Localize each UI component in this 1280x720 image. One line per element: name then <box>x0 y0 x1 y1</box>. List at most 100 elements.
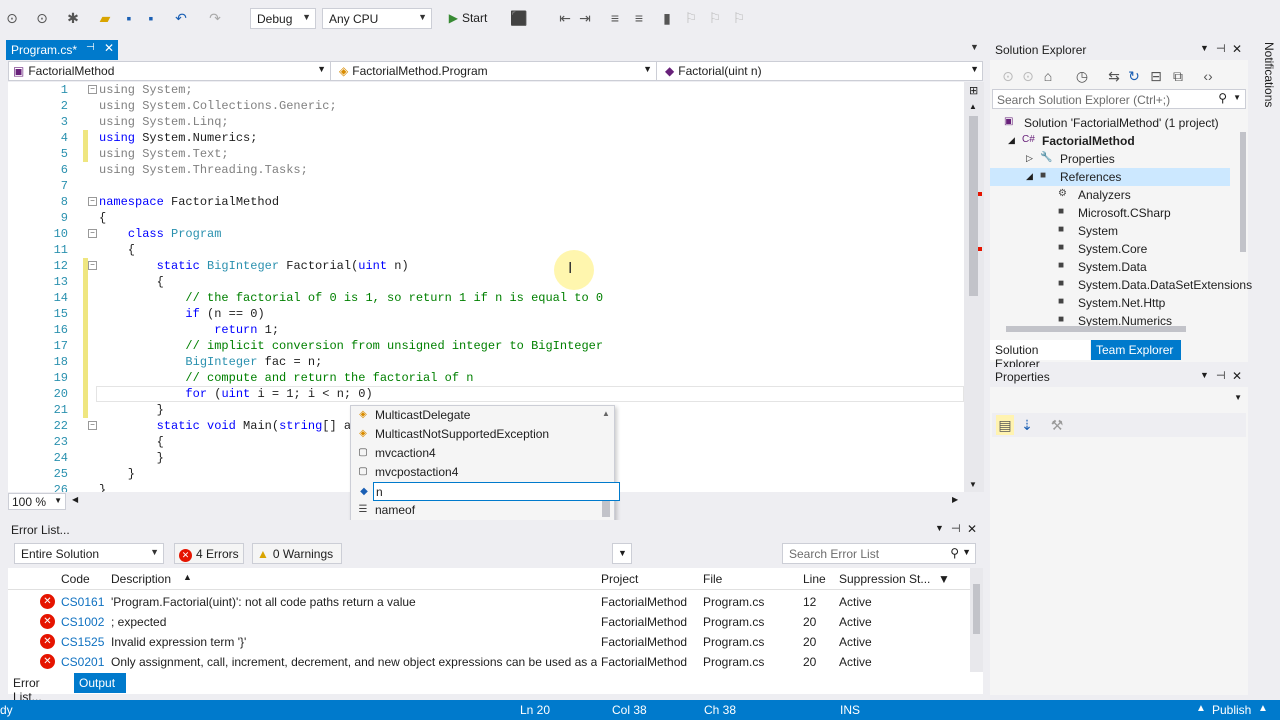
tree-node[interactable]: ■ System.Data.DataSetExtensions <box>990 276 1252 294</box>
scroll-thumb[interactable] <box>1006 326 1186 332</box>
redo-icon[interactable]: ↷ <box>206 8 224 28</box>
home-icon[interactable]: ⌂ <box>1040 66 1056 86</box>
error-list-scrollbar[interactable] <box>970 568 983 672</box>
error-search-input[interactable]: Search Error List ⚲ ▼ <box>782 543 976 564</box>
expand-icon[interactable]: ▷ <box>1026 153 1033 164</box>
notifications-tab[interactable]: Notifications <box>1256 42 1276 122</box>
scroll-up-icon[interactable]: ▲ <box>602 409 610 418</box>
prev-bookmark-icon[interactable]: ⚐ <box>682 8 700 28</box>
build-filter-select[interactable]: ▼ <box>612 543 632 564</box>
column-header[interactable]: Suppression St... <box>839 572 930 586</box>
editor-vertical-scrollbar[interactable]: ⊞ ▲ ▼ <box>964 82 984 492</box>
column-header[interactable]: Line <box>803 572 826 586</box>
forward-icon[interactable]: ⊙ <box>34 8 50 28</box>
back-icon[interactable]: ⊙ <box>4 8 20 28</box>
alphabetical-icon[interactable]: ⇣ <box>1018 415 1036 435</box>
tab-solution-explorer[interactable]: Solution Explorer <box>990 340 1090 371</box>
step-over-icon[interactable]: ⇥ <box>576 8 594 28</box>
error-row[interactable]: ✕ CS1002 ; expected FactorialMethod Program.… <box>8 612 970 632</box>
scroll-up-icon[interactable]: ▲ <box>969 102 977 111</box>
tab-team-explorer[interactable]: Team Explorer <box>1091 340 1181 360</box>
error-row[interactable]: ✕ CS0201 Only assignment, call, increment,… <box>8 652 970 672</box>
project-dropdown[interactable]: ▣ FactorialMethod ▼ <box>9 62 331 80</box>
save-icon[interactable]: ▪ <box>120 8 138 28</box>
show-all-files-icon[interactable]: ⧉ <box>1170 66 1186 86</box>
forward-icon[interactable]: ⊙ <box>1020 66 1036 86</box>
collapse-icon[interactable]: − <box>88 85 97 94</box>
completion-item[interactable]: ◆ n <box>360 482 620 501</box>
warnings-filter-button[interactable]: ▲ 0 Warnings <box>252 543 342 564</box>
categorized-icon[interactable]: ▤ <box>996 415 1014 435</box>
notifications-sidebar[interactable]: Notifications <box>1252 40 1280 700</box>
tree-node[interactable]: ■ System.Net.Http <box>990 294 1230 312</box>
pin-icon[interactable]: ⊣ <box>1216 42 1226 55</box>
history-icon[interactable]: ◷ <box>1074 66 1090 86</box>
platform-select[interactable]: Any CPU ▼ <box>322 8 432 29</box>
chevron-down-icon[interactable]: ▼ <box>1200 43 1209 53</box>
pin-icon[interactable]: ⊣ <box>86 42 95 53</box>
chevron-up-icon[interactable]: ▲ <box>1258 703 1268 714</box>
scroll-thumb[interactable] <box>1240 132 1246 252</box>
bookmark-icon[interactable]: ▮ <box>658 8 676 28</box>
error-code[interactable]: CS0201 <box>61 655 107 669</box>
publish-button[interactable]: Publish <box>1212 703 1251 717</box>
search-icon[interactable]: ⚲ <box>1218 91 1227 105</box>
refresh-icon[interactable]: ↻ <box>1126 66 1142 86</box>
scope-select[interactable]: Entire Solution ▼ <box>14 543 164 564</box>
completion-item[interactable]: ◈ MulticastNotSupportedException <box>351 425 601 444</box>
properties-object-select[interactable]: ▼ <box>992 389 1246 409</box>
scroll-right-icon[interactable]: ▶ <box>952 495 958 504</box>
close-icon[interactable]: ✕ <box>1232 369 1242 383</box>
tree-node[interactable]: ▷ 🔧 Properties <box>990 150 1230 168</box>
error-row[interactable]: ✕ CS0161 'Program.Factorial(uint)': not al… <box>8 592 970 612</box>
step-icon[interactable]: ⇤ <box>556 8 574 28</box>
chevron-down-icon[interactable]: ▼ <box>962 547 971 557</box>
pin-icon[interactable]: ⊣ <box>1216 369 1226 382</box>
tree-node[interactable]: ■ System <box>990 222 1230 240</box>
tree-node[interactable]: ■ Microsoft.CSharp <box>990 204 1230 222</box>
member-dropdown[interactable]: ◆ Factorial(uint n) ▼ <box>661 62 983 80</box>
column-header[interactable]: Project <box>601 572 638 586</box>
collapse-icon[interactable]: − <box>88 421 97 430</box>
collapse-icon[interactable]: − <box>88 197 97 206</box>
new-project-icon[interactable]: ✱ <box>64 8 82 28</box>
scroll-thumb[interactable] <box>602 501 610 517</box>
class-dropdown[interactable]: ◈ FactorialMethod.Program ▼ <box>335 62 657 80</box>
completion-item[interactable]: ▢ mvcpostaction4 <box>351 463 601 482</box>
chevron-down-icon[interactable]: ▼ <box>1200 370 1209 380</box>
tab-error-list[interactable]: Error List... <box>8 673 72 704</box>
clear-bookmark-icon[interactable]: ⚐ <box>730 8 748 28</box>
start-button[interactable]: ▶ Start <box>438 8 498 28</box>
completion-item[interactable]: ☰ nameof <box>351 501 601 520</box>
search-icon[interactable]: ⚲ <box>950 546 959 560</box>
solution-config-select[interactable]: Debug ▼ <box>250 8 316 29</box>
column-header[interactable]: Description <box>111 572 171 586</box>
completion-item[interactable]: ▢ mvcaction4 <box>351 444 601 463</box>
scroll-left-icon[interactable]: ◀ <box>72 495 78 504</box>
tree-node[interactable]: ■ System.Core <box>990 240 1230 258</box>
solution-search-input[interactable]: Search Solution Explorer (Ctrl+;) ⚲ ▼ <box>992 89 1246 109</box>
collapse-icon[interactable]: ◢ <box>1026 171 1033 182</box>
tab-overflow-icon[interactable]: ▼ <box>970 42 979 52</box>
close-icon[interactable]: ✕ <box>1232 42 1242 56</box>
sync-icon[interactable]: ⇆ <box>1106 66 1122 86</box>
scroll-thumb[interactable] <box>969 116 978 296</box>
solution-tree-hscroll[interactable] <box>996 324 1232 334</box>
collapse-all-icon[interactable]: ⊟ <box>1148 66 1164 86</box>
indent-icon[interactable]: ≡ <box>606 8 624 28</box>
scroll-thumb[interactable] <box>973 584 980 634</box>
tree-node[interactable]: ◢ ■ References <box>990 168 1230 186</box>
chevron-down-icon[interactable]: ▼ <box>935 523 944 533</box>
errors-filter-button[interactable]: ✕ 4 Errors <box>174 543 244 564</box>
zoom-select[interactable]: 100 % ▼ <box>8 493 66 510</box>
filter-icon[interactable]: ▼ <box>938 572 950 586</box>
solution-tree-scrollbar[interactable] <box>1238 132 1248 312</box>
collapse-icon[interactable]: − <box>88 229 97 238</box>
completion-item[interactable]: ◈ MulticastDelegate <box>351 406 601 425</box>
error-row[interactable]: ✕ CS1525 Invalid expression term '}' Factor… <box>8 632 970 652</box>
find-icon[interactable]: ⬛ <box>510 8 528 28</box>
scroll-down-icon[interactable]: ▼ <box>969 480 977 489</box>
chevron-down-icon[interactable]: ▼ <box>1233 93 1241 102</box>
split-icon[interactable]: ⊞ <box>969 84 978 97</box>
close-icon[interactable]: ✕ <box>104 41 114 55</box>
